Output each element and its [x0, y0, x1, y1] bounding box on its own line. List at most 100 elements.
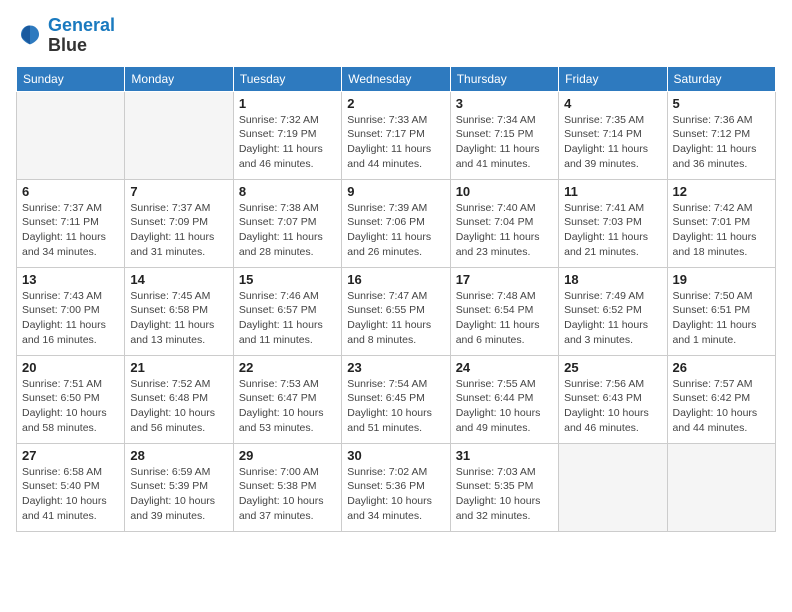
- day-detail: Sunrise: 7:32 AM Sunset: 7:19 PM Dayligh…: [239, 113, 336, 172]
- day-detail: Sunrise: 7:00 AM Sunset: 5:38 PM Dayligh…: [239, 465, 336, 524]
- calendar-cell: 17 Sunrise: 7:48 AM Sunset: 6:54 PM Dayli…: [450, 267, 558, 355]
- calendar-cell: 20 Sunrise: 7:51 AM Sunset: 6:50 PM Dayli…: [17, 355, 125, 443]
- day-detail: Sunrise: 7:52 AM Sunset: 6:48 PM Dayligh…: [130, 377, 227, 436]
- day-number: 17: [456, 272, 553, 287]
- calendar-cell: 27 Sunrise: 6:58 AM Sunset: 5:40 PM Dayli…: [17, 443, 125, 531]
- weekday-header-friday: Friday: [559, 66, 667, 91]
- day-detail: Sunrise: 7:46 AM Sunset: 6:57 PM Dayligh…: [239, 289, 336, 348]
- day-number: 18: [564, 272, 661, 287]
- calendar-cell: 25 Sunrise: 7:56 AM Sunset: 6:43 PM Dayli…: [559, 355, 667, 443]
- calendar-cell: 8 Sunrise: 7:38 AM Sunset: 7:07 PM Daylig…: [233, 179, 341, 267]
- day-number: 27: [22, 448, 119, 463]
- calendar-cell: 6Sunrise: 7:37 AM Sunset: 7:11 PM Daylig…: [17, 179, 125, 267]
- day-detail: Sunrise: 7:39 AM Sunset: 7:06 PM Dayligh…: [347, 201, 444, 260]
- calendar-cell: 2 Sunrise: 7:33 AM Sunset: 7:17 PM Daylig…: [342, 91, 450, 179]
- day-detail: Sunrise: 7:53 AM Sunset: 6:47 PM Dayligh…: [239, 377, 336, 436]
- day-number: 23: [347, 360, 444, 375]
- day-detail: Sunrise: 7:51 AM Sunset: 6:50 PM Dayligh…: [22, 377, 119, 436]
- calendar-cell: 22 Sunrise: 7:53 AM Sunset: 6:47 PM Dayli…: [233, 355, 341, 443]
- calendar-week-5: 27 Sunrise: 6:58 AM Sunset: 5:40 PM Dayli…: [17, 443, 776, 531]
- day-number: 22: [239, 360, 336, 375]
- calendar-cell: [559, 443, 667, 531]
- calendar-cell: 3 Sunrise: 7:34 AM Sunset: 7:15 PM Daylig…: [450, 91, 558, 179]
- day-number: 16: [347, 272, 444, 287]
- day-detail: Sunrise: 7:49 AM Sunset: 6:52 PM Dayligh…: [564, 289, 661, 348]
- logo-text: General Blue: [48, 16, 115, 56]
- day-number: 30: [347, 448, 444, 463]
- weekday-header-thursday: Thursday: [450, 66, 558, 91]
- weekday-header-row: SundayMondayTuesdayWednesdayThursdayFrid…: [17, 66, 776, 91]
- calendar-cell: 31 Sunrise: 7:03 AM Sunset: 5:35 PM Dayli…: [450, 443, 558, 531]
- logo-icon: [16, 22, 44, 50]
- calendar-cell: 7 Sunrise: 7:37 AM Sunset: 7:09 PM Daylig…: [125, 179, 233, 267]
- calendar-cell: 9 Sunrise: 7:39 AM Sunset: 7:06 PM Daylig…: [342, 179, 450, 267]
- day-number: 7: [130, 184, 227, 199]
- calendar-cell: 15 Sunrise: 7:46 AM Sunset: 6:57 PM Dayli…: [233, 267, 341, 355]
- day-number: 14: [130, 272, 227, 287]
- day-detail: Sunrise: 7:03 AM Sunset: 5:35 PM Dayligh…: [456, 465, 553, 524]
- day-number: 20: [22, 360, 119, 375]
- day-number: 13: [22, 272, 119, 287]
- day-number: 28: [130, 448, 227, 463]
- weekday-header-tuesday: Tuesday: [233, 66, 341, 91]
- calendar-cell: 28 Sunrise: 6:59 AM Sunset: 5:39 PM Dayli…: [125, 443, 233, 531]
- day-number: 5: [673, 96, 770, 111]
- calendar-cell: 30 Sunrise: 7:02 AM Sunset: 5:36 PM Dayli…: [342, 443, 450, 531]
- calendar-cell: 5 Sunrise: 7:36 AM Sunset: 7:12 PM Daylig…: [667, 91, 775, 179]
- day-detail: Sunrise: 7:55 AM Sunset: 6:44 PM Dayligh…: [456, 377, 553, 436]
- calendar-cell: 23Sunrise: 7:54 AM Sunset: 6:45 PM Dayli…: [342, 355, 450, 443]
- day-detail: Sunrise: 6:59 AM Sunset: 5:39 PM Dayligh…: [130, 465, 227, 524]
- day-detail: Sunrise: 7:33 AM Sunset: 7:17 PM Dayligh…: [347, 113, 444, 172]
- day-number: 15: [239, 272, 336, 287]
- day-number: 8: [239, 184, 336, 199]
- calendar-cell: [125, 91, 233, 179]
- calendar-week-1: 1 Sunrise: 7:32 AM Sunset: 7:19 PM Daylig…: [17, 91, 776, 179]
- day-number: 9: [347, 184, 444, 199]
- day-number: 29: [239, 448, 336, 463]
- day-number: 1: [239, 96, 336, 111]
- day-detail: Sunrise: 7:37 AM Sunset: 7:09 PM Dayligh…: [130, 201, 227, 260]
- calendar-cell: 29 Sunrise: 7:00 AM Sunset: 5:38 PM Dayli…: [233, 443, 341, 531]
- calendar-cell: 1 Sunrise: 7:32 AM Sunset: 7:19 PM Daylig…: [233, 91, 341, 179]
- day-detail: Sunrise: 7:42 AM Sunset: 7:01 PM Dayligh…: [673, 201, 770, 260]
- day-detail: Sunrise: 7:48 AM Sunset: 6:54 PM Dayligh…: [456, 289, 553, 348]
- day-number: 3: [456, 96, 553, 111]
- calendar-week-4: 20 Sunrise: 7:51 AM Sunset: 6:50 PM Dayli…: [17, 355, 776, 443]
- calendar-cell: 13Sunrise: 7:43 AM Sunset: 7:00 PM Dayli…: [17, 267, 125, 355]
- day-detail: Sunrise: 6:58 AM Sunset: 5:40 PM Dayligh…: [22, 465, 119, 524]
- calendar-week-3: 13Sunrise: 7:43 AM Sunset: 7:00 PM Dayli…: [17, 267, 776, 355]
- day-number: 4: [564, 96, 661, 111]
- day-number: 31: [456, 448, 553, 463]
- weekday-header-monday: Monday: [125, 66, 233, 91]
- page-header: General Blue: [16, 16, 776, 56]
- day-number: 26: [673, 360, 770, 375]
- logo: General Blue: [16, 16, 115, 56]
- calendar-cell: 4Sunrise: 7:35 AM Sunset: 7:14 PM Daylig…: [559, 91, 667, 179]
- calendar-week-2: 6Sunrise: 7:37 AM Sunset: 7:11 PM Daylig…: [17, 179, 776, 267]
- day-detail: Sunrise: 7:57 AM Sunset: 6:42 PM Dayligh…: [673, 377, 770, 436]
- calendar-cell: 12 Sunrise: 7:42 AM Sunset: 7:01 PM Dayli…: [667, 179, 775, 267]
- calendar-cell: 19Sunrise: 7:50 AM Sunset: 6:51 PM Dayli…: [667, 267, 775, 355]
- day-detail: Sunrise: 7:34 AM Sunset: 7:15 PM Dayligh…: [456, 113, 553, 172]
- calendar-table: SundayMondayTuesdayWednesdayThursdayFrid…: [16, 66, 776, 532]
- day-number: 25: [564, 360, 661, 375]
- day-number: 21: [130, 360, 227, 375]
- calendar-cell: 24Sunrise: 7:55 AM Sunset: 6:44 PM Dayli…: [450, 355, 558, 443]
- calendar-cell: 26 Sunrise: 7:57 AM Sunset: 6:42 PM Dayli…: [667, 355, 775, 443]
- weekday-header-sunday: Sunday: [17, 66, 125, 91]
- day-detail: Sunrise: 7:38 AM Sunset: 7:07 PM Dayligh…: [239, 201, 336, 260]
- calendar-cell: 16 Sunrise: 7:47 AM Sunset: 6:55 PM Dayli…: [342, 267, 450, 355]
- day-detail: Sunrise: 7:36 AM Sunset: 7:12 PM Dayligh…: [673, 113, 770, 172]
- day-detail: Sunrise: 7:02 AM Sunset: 5:36 PM Dayligh…: [347, 465, 444, 524]
- calendar-cell: [17, 91, 125, 179]
- weekday-header-saturday: Saturday: [667, 66, 775, 91]
- calendar-cell: 14Sunrise: 7:45 AM Sunset: 6:58 PM Dayli…: [125, 267, 233, 355]
- calendar-cell: [667, 443, 775, 531]
- day-detail: Sunrise: 7:50 AM Sunset: 6:51 PM Dayligh…: [673, 289, 770, 348]
- day-number: 2: [347, 96, 444, 111]
- day-detail: Sunrise: 7:56 AM Sunset: 6:43 PM Dayligh…: [564, 377, 661, 436]
- day-number: 12: [673, 184, 770, 199]
- day-detail: Sunrise: 7:47 AM Sunset: 6:55 PM Dayligh…: [347, 289, 444, 348]
- calendar-cell: 21 Sunrise: 7:52 AM Sunset: 6:48 PM Dayli…: [125, 355, 233, 443]
- day-detail: Sunrise: 7:41 AM Sunset: 7:03 PM Dayligh…: [564, 201, 661, 260]
